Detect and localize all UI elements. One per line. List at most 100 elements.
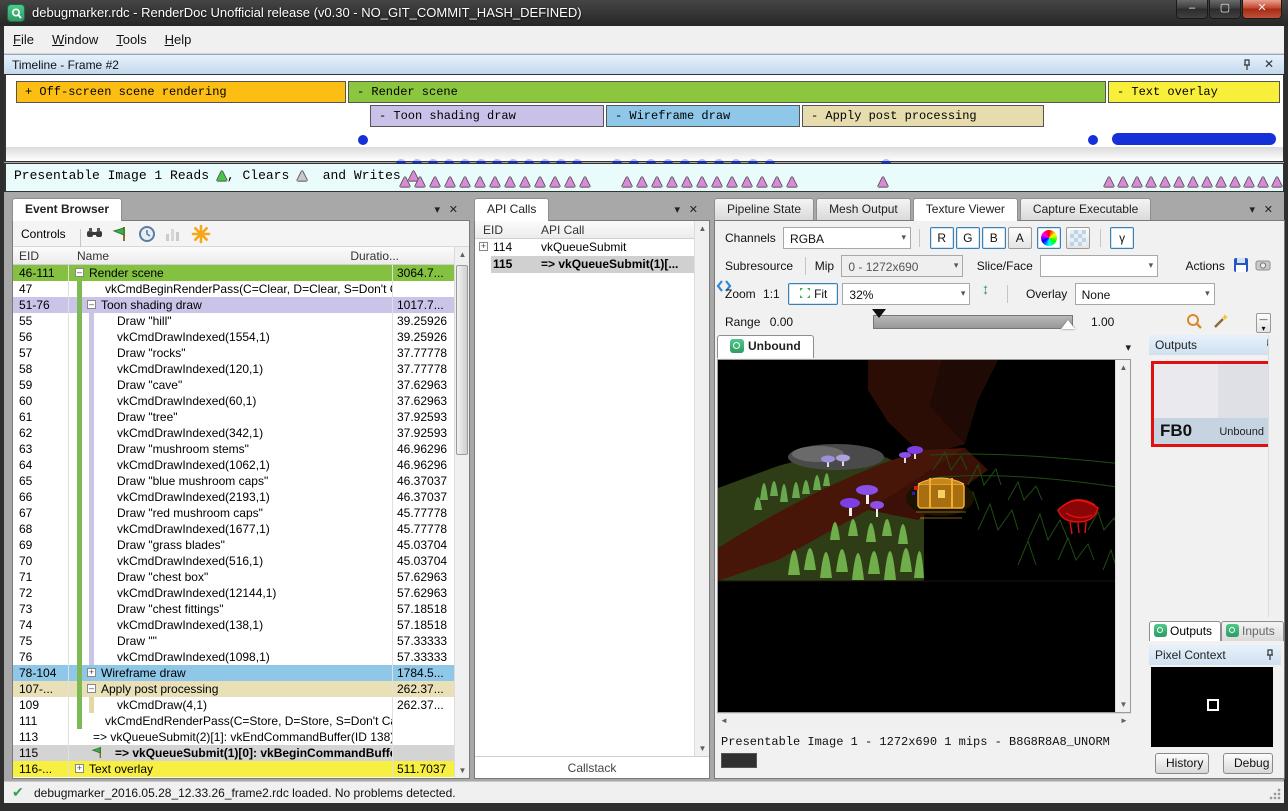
event-row[interactable]: 46-111–Render scene3064.7... — [13, 265, 454, 281]
gamma-button[interactable]: γ — [1110, 227, 1134, 249]
event-row[interactable]: 67Draw "red mushroom caps"45.77778 — [13, 505, 454, 521]
event-row[interactable]: 51-76–Toon shading draw1017.7... — [13, 297, 454, 313]
channel-b-button[interactable]: B — [982, 227, 1006, 249]
event-row[interactable]: 59Draw "cave"37.62963 — [13, 377, 454, 393]
menu-file[interactable]: File — [4, 26, 43, 52]
write-marker-triangle[interactable]: ▲ — [682, 174, 692, 189]
event-browser-scrollbar[interactable]: ▲ ▼ — [454, 247, 469, 778]
write-marker-triangle[interactable]: ▲ — [430, 174, 440, 189]
event-row[interactable]: 62vkCmdDrawIndexed(342,1)37.92593 — [13, 425, 454, 441]
write-marker-triangle[interactable]: ▲ — [1202, 174, 1212, 189]
write-marker-triangle[interactable]: ▲ — [1132, 174, 1142, 189]
fb0-thumbnail[interactable]: FB0 Unbound — [1151, 361, 1273, 447]
event-row[interactable]: 76vkCmdDrawIndexed(1098,1)57.33333 — [13, 649, 454, 665]
event-row[interactable]: 70vkCmdDrawIndexed(516,1)45.03704 — [13, 553, 454, 569]
write-marker-triangle[interactable]: ▲ — [535, 174, 545, 189]
texture-display[interactable]: ▲▼ — [717, 359, 1131, 713]
close-button[interactable]: ✕ — [1242, 0, 1282, 19]
range-max-value[interactable]: 1.00 — [1091, 315, 1114, 329]
write-marker-triangle[interactable]: ▲ — [742, 174, 752, 189]
event-row[interactable]: 68vkCmdDrawIndexed(1677,1)45.77778 — [13, 521, 454, 537]
colorwheel-button[interactable] — [1037, 227, 1061, 249]
right-panel-menu-icon[interactable]: ▾ — [1249, 203, 1255, 216]
write-marker-triangle[interactable]: ▲ — [1146, 174, 1156, 189]
pin-icon[interactable] — [1240, 58, 1254, 72]
tab-pipeline-state[interactable]: Pipeline State — [714, 198, 814, 220]
event-table-header[interactable]: EID Name Duratio... — [13, 247, 469, 265]
api-calls-menu-icon[interactable]: ▾ — [674, 203, 680, 216]
write-marker-triangle[interactable]: ▲ — [712, 174, 722, 189]
write-marker-triangle[interactable]: ▲ — [1230, 174, 1240, 189]
flip-y-icon[interactable]: ↕ — [982, 281, 990, 298]
tab-mesh-output[interactable]: Mesh Output — [816, 198, 911, 220]
event-row[interactable]: 56vkCmdDrawIndexed(1554,1)39.25926 — [13, 329, 454, 345]
drawcall-dot[interactable] — [1088, 135, 1098, 145]
write-marker-triangle[interactable]: ▲ — [667, 174, 677, 189]
event-row[interactable]: 61Draw "tree"37.92593 — [13, 409, 454, 425]
api-call-row[interactable]: +114vkQueueSubmit — [475, 239, 694, 256]
save-icon[interactable] — [1232, 256, 1250, 274]
menu-tools[interactable]: Tools — [107, 26, 155, 52]
tab-inputs[interactable]: Inputs — [1221, 621, 1284, 641]
column-name[interactable]: Name — [77, 249, 109, 263]
timeline-close-icon[interactable]: ✕ — [1264, 57, 1274, 71]
event-row[interactable]: 47vkCmdBeginRenderPass(C=Clear, D=Clear,… — [13, 281, 454, 297]
event-row[interactable]: 115=> vkQueueSubmit(1)[0]: vkBeginComman… — [13, 745, 454, 761]
timeline-bar-toon[interactable]: - Toon shading draw — [370, 105, 604, 127]
write-marker-triangle[interactable]: ▲ — [550, 174, 560, 189]
zoom-select[interactable]: 32% — [842, 283, 970, 305]
event-browser-menu-icon[interactable]: ▾ — [434, 203, 440, 216]
snapshot-icon[interactable] — [1254, 256, 1272, 274]
timeline-bar-offscreen[interactable]: + Off-screen scene rendering — [16, 81, 346, 103]
history-button[interactable]: History — [1155, 753, 1209, 774]
api-call-row[interactable]: 115=> vkQueueSubmit(1)[... — [475, 256, 694, 273]
write-marker-triangle[interactable]: ▲ — [1216, 174, 1226, 189]
write-marker-triangle[interactable]: ▲ — [400, 174, 410, 189]
write-marker-triangle[interactable]: ▲ — [1272, 174, 1282, 189]
tab-outputs[interactable]: Outputs — [1149, 621, 1221, 641]
write-marker-triangle[interactable]: ▲ — [878, 174, 888, 189]
autofit-wand-icon[interactable] — [1211, 312, 1230, 331]
texture-vscrollbar[interactable]: ▲▼ — [1115, 360, 1130, 712]
write-marker-triangle[interactable]: ▲ — [1188, 174, 1198, 189]
resize-grip[interactable] — [1268, 787, 1282, 801]
event-row[interactable]: 58vkCmdDrawIndexed(120,1)37.77778 — [13, 361, 454, 377]
expand-icon[interactable]: + — [479, 242, 488, 251]
write-marker-triangle[interactable]: ▲ — [505, 174, 515, 189]
channels-select[interactable]: RGBA — [783, 227, 911, 249]
channel-g-button[interactable]: G — [956, 227, 980, 249]
tab-api-calls[interactable]: API Calls — [474, 198, 549, 221]
write-marker-triangle[interactable]: ▲ — [757, 174, 767, 189]
timeline-bar-wireframe[interactable]: - Wireframe draw — [606, 105, 800, 127]
tab-current-texture[interactable]: Unbound — [717, 335, 814, 358]
event-row[interactable]: 72vkCmdDrawIndexed(12144,1)57.62963 — [13, 585, 454, 601]
write-marker-triangle[interactable]: ▲ — [580, 174, 590, 189]
write-marker-triangle[interactable]: ▲ — [787, 174, 797, 189]
expand-icon[interactable]: + — [87, 668, 96, 677]
write-marker-triangle[interactable]: ▲ — [772, 174, 782, 189]
column-duration[interactable]: Duratio... — [350, 249, 399, 263]
column-eid[interactable]: EID — [483, 223, 503, 237]
write-marker-triangle[interactable]: ▲ — [1174, 174, 1184, 189]
debug-button[interactable]: Debug — [1223, 753, 1273, 774]
pixel-context-view[interactable] — [1151, 667, 1273, 747]
overlay-select[interactable]: None — [1075, 283, 1215, 305]
range-min-value[interactable]: 0.00 — [770, 315, 793, 329]
write-marker-triangle[interactable]: ▲ — [520, 174, 530, 189]
collapse-icon[interactable]: – — [87, 300, 96, 309]
write-marker-triangle[interactable]: ▲ — [697, 174, 707, 189]
api-calls-scrollbar[interactable]: ▲ ▼ — [694, 221, 709, 756]
event-row[interactable]: 107-...–Apply post processing262.37... — [13, 681, 454, 697]
pixel-context-pin-icon[interactable] — [1263, 648, 1277, 662]
api-calls-close-icon[interactable]: ✕ — [689, 203, 698, 216]
menu-help[interactable]: Help — [156, 26, 201, 52]
write-marker-triangle[interactable]: ▲ — [1104, 174, 1114, 189]
write-marker-triangle[interactable]: ▲ — [1118, 174, 1128, 189]
one-to-one-button[interactable]: 1:1 — [763, 287, 780, 301]
range-black-handle[interactable] — [872, 309, 886, 318]
find-icon[interactable] — [85, 224, 105, 244]
event-row[interactable]: 57Draw "rocks"37.77778 — [13, 345, 454, 361]
tab-event-browser[interactable]: Event Browser — [12, 198, 122, 221]
event-browser-close-icon[interactable]: ✕ — [449, 203, 458, 216]
write-marker-triangle[interactable]: ▲ — [1160, 174, 1170, 189]
